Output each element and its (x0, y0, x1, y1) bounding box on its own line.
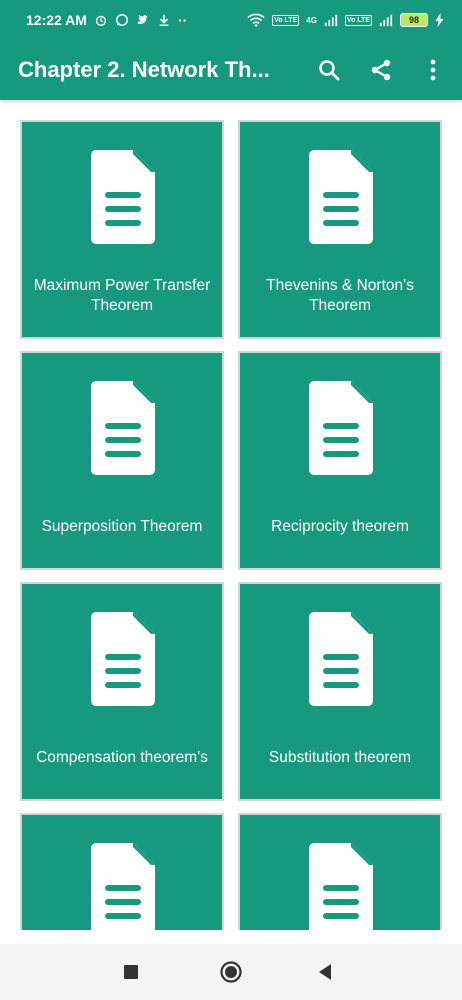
alarm-icon (95, 15, 107, 26)
download-icon (159, 14, 169, 27)
battery-level: 98 (401, 14, 427, 26)
topic-card-7[interactable] (20, 813, 224, 930)
document-icon (91, 150, 155, 244)
overflow-menu-icon (430, 59, 436, 81)
twitter-icon (137, 14, 149, 25)
recents-square-icon (124, 965, 138, 979)
home-circle-icon (220, 961, 242, 983)
page-title: Chapter 2. Network Th... (18, 57, 270, 82)
home-button[interactable] (217, 958, 245, 986)
topic-card-label: Thevenins & Norton's Theorem (266, 277, 414, 314)
volte-badge-2: Vo LTE (344, 14, 372, 26)
document-icon (309, 612, 373, 706)
search-icon (319, 60, 340, 81)
topic-card-1[interactable]: Maximum Power Transfer Theorem (20, 120, 224, 339)
system-nav-bar (0, 944, 462, 1000)
topic-card-8[interactable] (238, 813, 442, 930)
topic-card-label: Maximum Power Transfer Theorem (33, 277, 211, 314)
charging-bolt-icon (435, 13, 444, 27)
recents-button[interactable] (117, 958, 145, 986)
document-icon (91, 381, 155, 475)
topic-card-2[interactable]: Thevenins & Norton's Theorem (238, 120, 442, 339)
more-notifications-dots: ·· (177, 12, 188, 28)
battery-indicator: 98 (400, 13, 428, 27)
document-icon (309, 381, 373, 475)
share-icon (371, 59, 391, 81)
topic-card-label: Superposition Theorem (41, 518, 203, 535)
app-bar: Chapter 2. Network Th... (0, 40, 462, 100)
overflow-menu-button[interactable] (416, 53, 450, 87)
wifi-icon (247, 13, 265, 27)
topic-card-label: Substitution theorem (268, 749, 412, 766)
topic-card-4[interactable]: Reciprocity theorem (238, 351, 442, 570)
volte-badge-1: Vo LTE (272, 14, 300, 26)
back-triangle-icon (319, 964, 331, 980)
document-icon (309, 150, 373, 244)
whatsapp-icon (116, 14, 128, 26)
signal-icon-1 (324, 14, 338, 27)
topic-card-3[interactable]: Superposition Theorem (20, 351, 224, 570)
topic-card-label: Reciprocity theorem (271, 518, 409, 535)
topic-grid: Maximum Power Transfer Theorem Thevenins… (20, 120, 442, 930)
search-button[interactable] (312, 53, 346, 87)
signal-icon-2 (379, 14, 393, 27)
back-button[interactable] (311, 958, 339, 986)
document-icon (91, 843, 155, 930)
status-bar: 12:22 AM ·· Vo LTE 4G Vo LTE 98 (0, 0, 462, 40)
topic-card-6[interactable]: Substitution theorem (238, 582, 442, 801)
status-time: 12:22 AM (26, 12, 87, 28)
document-icon (309, 843, 373, 930)
share-button[interactable] (364, 53, 398, 87)
document-icon (91, 612, 155, 706)
topic-card-label: Compensation theorem's (36, 749, 208, 766)
topic-card-5[interactable]: Compensation theorem's (20, 582, 224, 801)
network-type: 4G (306, 15, 317, 25)
